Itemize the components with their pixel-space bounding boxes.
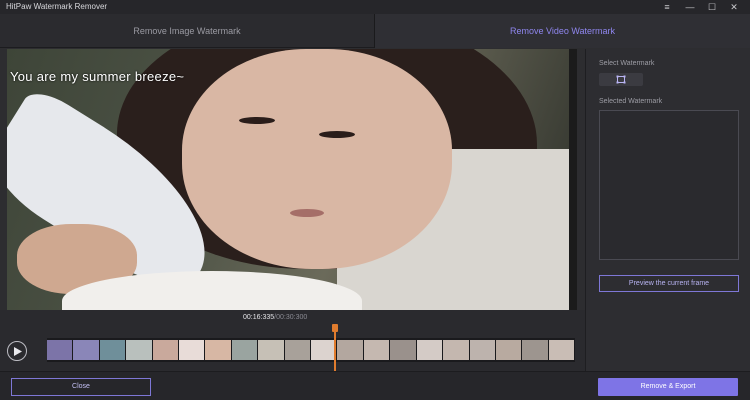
filmstrip-frame [99, 340, 126, 360]
filmstrip-frame [469, 340, 495, 360]
close-window-icon[interactable]: ✕ [725, 0, 743, 14]
video-subject-eye-left [239, 117, 275, 124]
app-title: HitPaw Watermark Remover [6, 2, 108, 11]
filmstrip-frame [284, 340, 311, 360]
filmstrip-frame [152, 340, 179, 360]
filmstrip-frame [258, 340, 284, 360]
current-time: 00:16:335 [243, 314, 275, 321]
video-subject-face [182, 49, 452, 269]
watermark-panel: Select Watermark Selected Watermark Prev… [585, 49, 750, 371]
filmstrip-frame [337, 340, 363, 360]
tab-remove-video-watermark[interactable]: Remove Video Watermark [375, 14, 750, 48]
filmstrip-frame [495, 340, 522, 360]
video-preview[interactable]: You are my summer breeze~ [7, 49, 577, 310]
tab-remove-image-watermark[interactable]: Remove Image Watermark [0, 14, 374, 48]
title-bar: HitPaw Watermark Remover ≡ — ☐ ✕ [0, 0, 750, 14]
filmstrip-frame [443, 340, 469, 360]
video-watermark-text: You are my summer breeze~ [10, 69, 185, 84]
maximize-icon[interactable]: ☐ [703, 0, 721, 14]
filmstrip-frame [179, 340, 205, 360]
filmstrip-frame [47, 340, 73, 360]
video-subject-eye-right [319, 131, 355, 138]
filmstrip-frame [548, 340, 575, 360]
select-watermark-button[interactable] [599, 73, 643, 86]
selected-watermark-label: Selected Watermark [599, 98, 663, 105]
menu-icon[interactable]: ≡ [658, 0, 676, 14]
selection-box-icon [616, 75, 626, 84]
filmstrip-frame [126, 340, 152, 360]
timeline-area: 00:16:335/00:30:300 [0, 310, 585, 371]
minimize-icon[interactable]: — [681, 0, 699, 14]
filmstrip-frame [416, 340, 443, 360]
footer-bar: Close Remove & Export [0, 371, 750, 400]
filmstrip-frame [231, 340, 258, 360]
play-icon [14, 347, 22, 356]
time-readout: 00:16:335/00:30:300 [243, 314, 307, 321]
mode-tabs: Remove Image Watermark Remove Video Wate… [0, 14, 750, 48]
close-button[interactable]: Close [11, 378, 151, 396]
total-time: /00:30:300 [274, 314, 308, 321]
play-button[interactable] [7, 341, 27, 361]
timeline-filmstrip[interactable] [47, 338, 575, 362]
preview-current-frame-button[interactable]: Preview the current frame [599, 275, 739, 292]
filmstrip-frame [73, 340, 99, 360]
filmstrip-frame [390, 340, 416, 360]
remove-and-export-button[interactable]: Remove & Export [598, 378, 738, 396]
select-watermark-label: Select Watermark [599, 60, 655, 67]
filmstrip-frame [205, 340, 231, 360]
selected-watermark-list[interactable] [599, 110, 739, 260]
playhead-handle[interactable] [332, 324, 338, 332]
filmstrip-frame [522, 340, 548, 360]
video-subject-mouth [290, 209, 324, 217]
filmstrip-frame [363, 340, 390, 360]
filmstrip-frame [311, 340, 337, 360]
video-letterbox [569, 49, 577, 310]
